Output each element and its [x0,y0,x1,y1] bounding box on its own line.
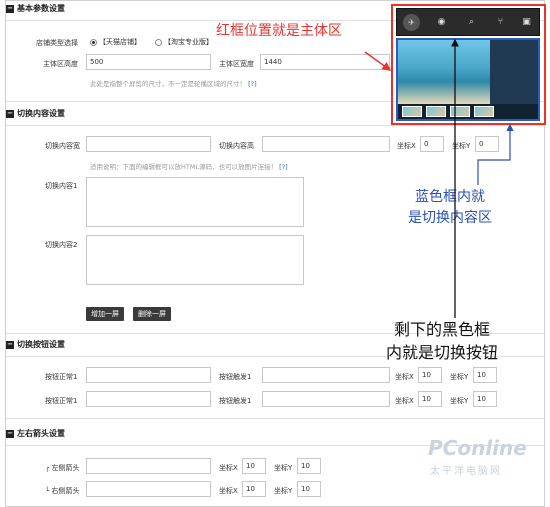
annotation-black-line1: 剩下的黑色框 [394,320,491,339]
content-width-input[interactable] [86,136,211,152]
content2-textarea[interactable] [86,235,304,285]
button-y-label: 坐标Y [450,397,469,405]
right-arrow-input[interactable] [86,481,211,497]
thumbnail[interactable] [474,106,494,117]
button-normal-label: 按钮正常1 [45,373,78,381]
button-normal-label: 按钮正常1 [45,397,78,405]
beach-photo [398,40,490,104]
left-arrow-label-text: 左侧箭头 [51,464,80,472]
annotation-black: 剩下的黑色框 内就是切换按钮 [386,318,498,364]
button-y-label: 坐标Y [450,373,469,381]
button-trigger-input[interactable] [262,367,390,383]
right-x-input[interactable]: 10 [242,481,266,497]
width-label: 主体区宽度 [219,60,254,68]
button-trigger-input[interactable] [262,391,390,407]
content-height-label: 切换内容高 [219,142,254,150]
switch-buttons-strip: ✈ ◉ ⌕ ⑂ ▣ [396,8,540,36]
radio-taobao[interactable]: 【淘宝专业版】 [155,37,213,47]
help-link[interactable]: [?] [279,163,288,171]
collapse-icon[interactable]: − [6,4,14,13]
collapse-icon[interactable]: − [6,109,14,118]
help-link[interactable]: [?] [248,80,257,88]
width-input[interactable]: 1440 [260,54,390,70]
annotation-blue: 蓝色框内就 是切换内容区 [408,187,492,229]
thumbnail[interactable] [402,106,422,117]
content-y-input[interactable]: 0 [475,136,499,152]
left-x-input[interactable]: 10 [242,458,266,474]
annotation-black-line2: 内就是切换按钮 [386,343,499,362]
right-arrow-label: └ 右侧箭头 [45,487,80,495]
content2-label: 切换内容2 [45,241,78,249]
button-y-input[interactable]: 10 [473,367,497,383]
thumbnail[interactable] [426,106,446,117]
add-screen-button[interactable]: 增加一屏 [86,307,124,321]
left-arrow-input[interactable] [86,458,211,474]
annotation-blue-line2: 是切换内容区 [408,210,492,226]
airplane-icon[interactable]: ✈ [403,14,420,31]
section-buttons-title: 切换按钮设置 [17,340,65,349]
eye-icon[interactable]: ◉ [433,14,450,31]
button-x-input[interactable]: 10 [418,367,442,383]
content1-label: 切换内容1 [45,182,78,190]
left-arrow-label: ┌ 左侧箭头 [45,464,80,472]
annotation-red: 红框位置就是主体区 [216,23,342,39]
content-y-label: 坐标Y [452,142,471,150]
content-x-label: 坐标X [397,142,416,150]
left-y-label: 坐标Y [274,464,293,472]
fork-knife-icon[interactable]: ⑂ [492,14,509,31]
button-x-input[interactable]: 10 [418,391,442,407]
radio-taobao-label: 【淘宝专业版】 [164,38,213,46]
radio-icon[interactable] [155,38,162,46]
radio-tmall-label: 【天猫店铺】 [99,38,141,46]
button-normal-input[interactable] [86,367,211,383]
section-basic-title: 基本参数设置 [17,4,65,13]
watermark-brand: PConline [428,436,527,460]
basic-hint-text: 此处是指整个屏剪的尺寸，不一定是轮播区域的尺寸！ [90,80,246,88]
content-height-input[interactable] [262,136,390,152]
collapse-icon[interactable]: − [6,340,14,349]
right-x-label: 坐标X [219,487,238,495]
right-arrow-label-text: 右侧箭头 [51,487,80,495]
right-y-input[interactable]: 10 [297,481,321,497]
button-y-input[interactable]: 10 [473,391,497,407]
content-width-label: 切换内容宽 [45,142,80,150]
switch-content-frame [396,38,540,121]
section-content-title: 切换内容设置 [17,109,65,118]
collapse-icon[interactable]: − [6,429,14,438]
left-y-input[interactable]: 10 [297,458,321,474]
search-icon[interactable]: ⌕ [463,14,480,31]
delete-screen-button[interactable]: 删除一屏 [133,307,171,321]
annotation-blue-line1: 蓝色框内就 [415,189,485,205]
content-x-input[interactable]: 0 [420,136,444,152]
content1-textarea[interactable] [86,177,304,227]
section-arrows-title: 左右箭头设置 [17,429,65,438]
button-trigger-label: 按钮触发1 [219,373,252,381]
slide-text-panel [490,40,538,104]
store-type-label: 店铺类型选择 [36,39,78,47]
right-y-label: 坐标Y [274,487,293,495]
button-x-label: 坐标X [395,373,414,381]
image-icon[interactable]: ▣ [518,14,535,31]
content-hint: 适用说明：下面的编辑框可以放HTML源码，也可以放图片连接！ [?] [90,161,288,171]
button-trigger-label: 按钮触发1 [219,397,252,405]
radio-tmall[interactable]: 【天猫店铺】 [90,37,141,47]
height-input[interactable]: 500 [86,54,211,70]
thumbnail-strip [398,104,538,119]
content-hint-text: 适用说明：下面的编辑框可以放HTML源码，也可以放图片连接！ [90,163,278,171]
thumbnail[interactable] [450,106,470,117]
watermark-sub: 太平洋电脑网 [430,466,502,477]
basic-hint: 此处是指整个屏剪的尺寸，不一定是轮播区域的尺寸！ [?] [90,78,257,88]
radio-icon-selected[interactable] [90,38,97,46]
height-label: 主体区高度 [43,60,78,68]
left-x-label: 坐标X [219,464,238,472]
button-normal-input[interactable] [86,391,211,407]
button-x-label: 坐标X [395,397,414,405]
